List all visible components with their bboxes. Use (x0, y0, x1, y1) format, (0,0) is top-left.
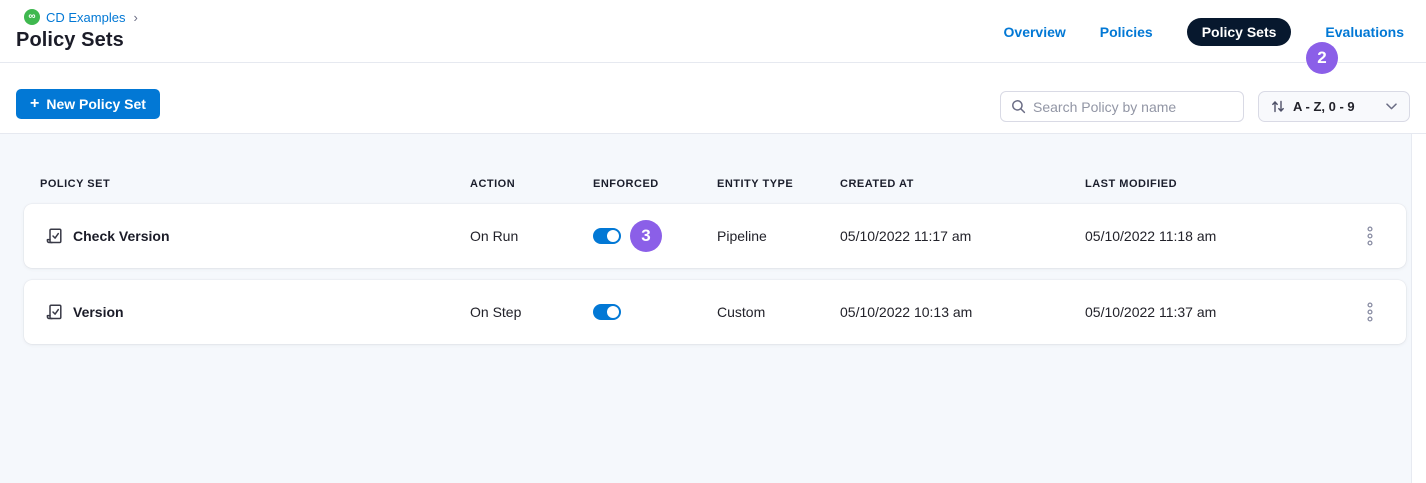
plus-icon: + (30, 96, 39, 112)
tab-evaluations[interactable]: Evaluations (1325, 24, 1404, 40)
policy-set-icon (44, 226, 64, 246)
column-header-last-modified: LAST MODIFIED (1085, 178, 1346, 190)
search-box[interactable] (1000, 91, 1244, 122)
chevron-right-icon: › (133, 10, 137, 25)
scrollbar-track[interactable] (1411, 134, 1426, 483)
sort-dropdown[interactable]: A - Z, 0 - 9 (1258, 91, 1410, 122)
table-row[interactable]: Check Version On Run 3 Pipeline 05/10/20… (24, 204, 1406, 268)
column-header-entity-type: ENTITY TYPE (717, 178, 840, 190)
sort-selected-value: A - Z, 0 - 9 (1293, 99, 1378, 114)
created-at-value: 05/10/2022 10:13 am (840, 304, 1085, 320)
last-modified-value: 05/10/2022 11:18 am (1085, 228, 1346, 244)
search-icon (1011, 99, 1026, 114)
search-input[interactable] (1033, 99, 1233, 115)
page-header: ∞ CD Examples › Policy Sets Overview Pol… (0, 0, 1426, 63)
tutorial-step-badge-2: 2 (1306, 42, 1338, 74)
tab-policies[interactable]: Policies (1100, 24, 1153, 40)
new-policy-set-label: New Policy Set (46, 96, 146, 112)
row-menu-button[interactable] (1358, 224, 1382, 248)
policy-set-name: Version (73, 304, 124, 320)
tab-overview[interactable]: Overview (1004, 24, 1066, 40)
table-header: POLICY SET ACTION ENFORCED ENTITY TYPE C… (24, 170, 1406, 198)
top-nav: Overview Policies Policy Sets Evaluation… (1004, 18, 1404, 46)
column-header-action: ACTION (470, 178, 593, 190)
chevron-down-icon (1386, 103, 1397, 110)
new-policy-set-button[interactable]: + New Policy Set (16, 89, 160, 119)
action-value: On Run (470, 228, 593, 244)
page-title: Policy Sets (16, 29, 124, 52)
column-header-enforced: ENFORCED (593, 178, 717, 190)
sort-arrows-icon (1271, 99, 1285, 114)
policy-sets-page: ∞ CD Examples › Policy Sets Overview Pol… (0, 0, 1426, 483)
created-at-value: 05/10/2022 11:17 am (840, 228, 1085, 244)
tab-policy-sets[interactable]: Policy Sets (1187, 18, 1292, 46)
policy-set-name: Check Version (73, 228, 170, 244)
column-header-created-at: CREATED AT (840, 178, 1085, 190)
content-area: POLICY SET ACTION ENFORCED ENTITY TYPE C… (0, 134, 1426, 483)
row-menu-button[interactable] (1358, 300, 1382, 324)
entity-type-value: Custom (717, 304, 840, 320)
column-header-policy-set: POLICY SET (24, 178, 470, 190)
table-row[interactable]: Version On Step Custom 05/10/2022 10:13 … (24, 280, 1406, 344)
tutorial-step-badge-3: 3 (630, 220, 662, 252)
action-value: On Step (470, 304, 593, 320)
enforced-toggle[interactable] (593, 304, 621, 320)
breadcrumb-project-link[interactable]: CD Examples (46, 10, 125, 25)
enforced-toggle[interactable] (593, 228, 621, 244)
entity-type-value: Pipeline (717, 228, 840, 244)
toolbar: + New Policy Set A - Z, 0 - 9 (0, 63, 1426, 134)
last-modified-value: 05/10/2022 11:37 am (1085, 304, 1346, 320)
cd-module-icon: ∞ (24, 9, 40, 25)
policy-set-icon (44, 302, 64, 322)
breadcrumb: ∞ CD Examples › (24, 9, 138, 25)
